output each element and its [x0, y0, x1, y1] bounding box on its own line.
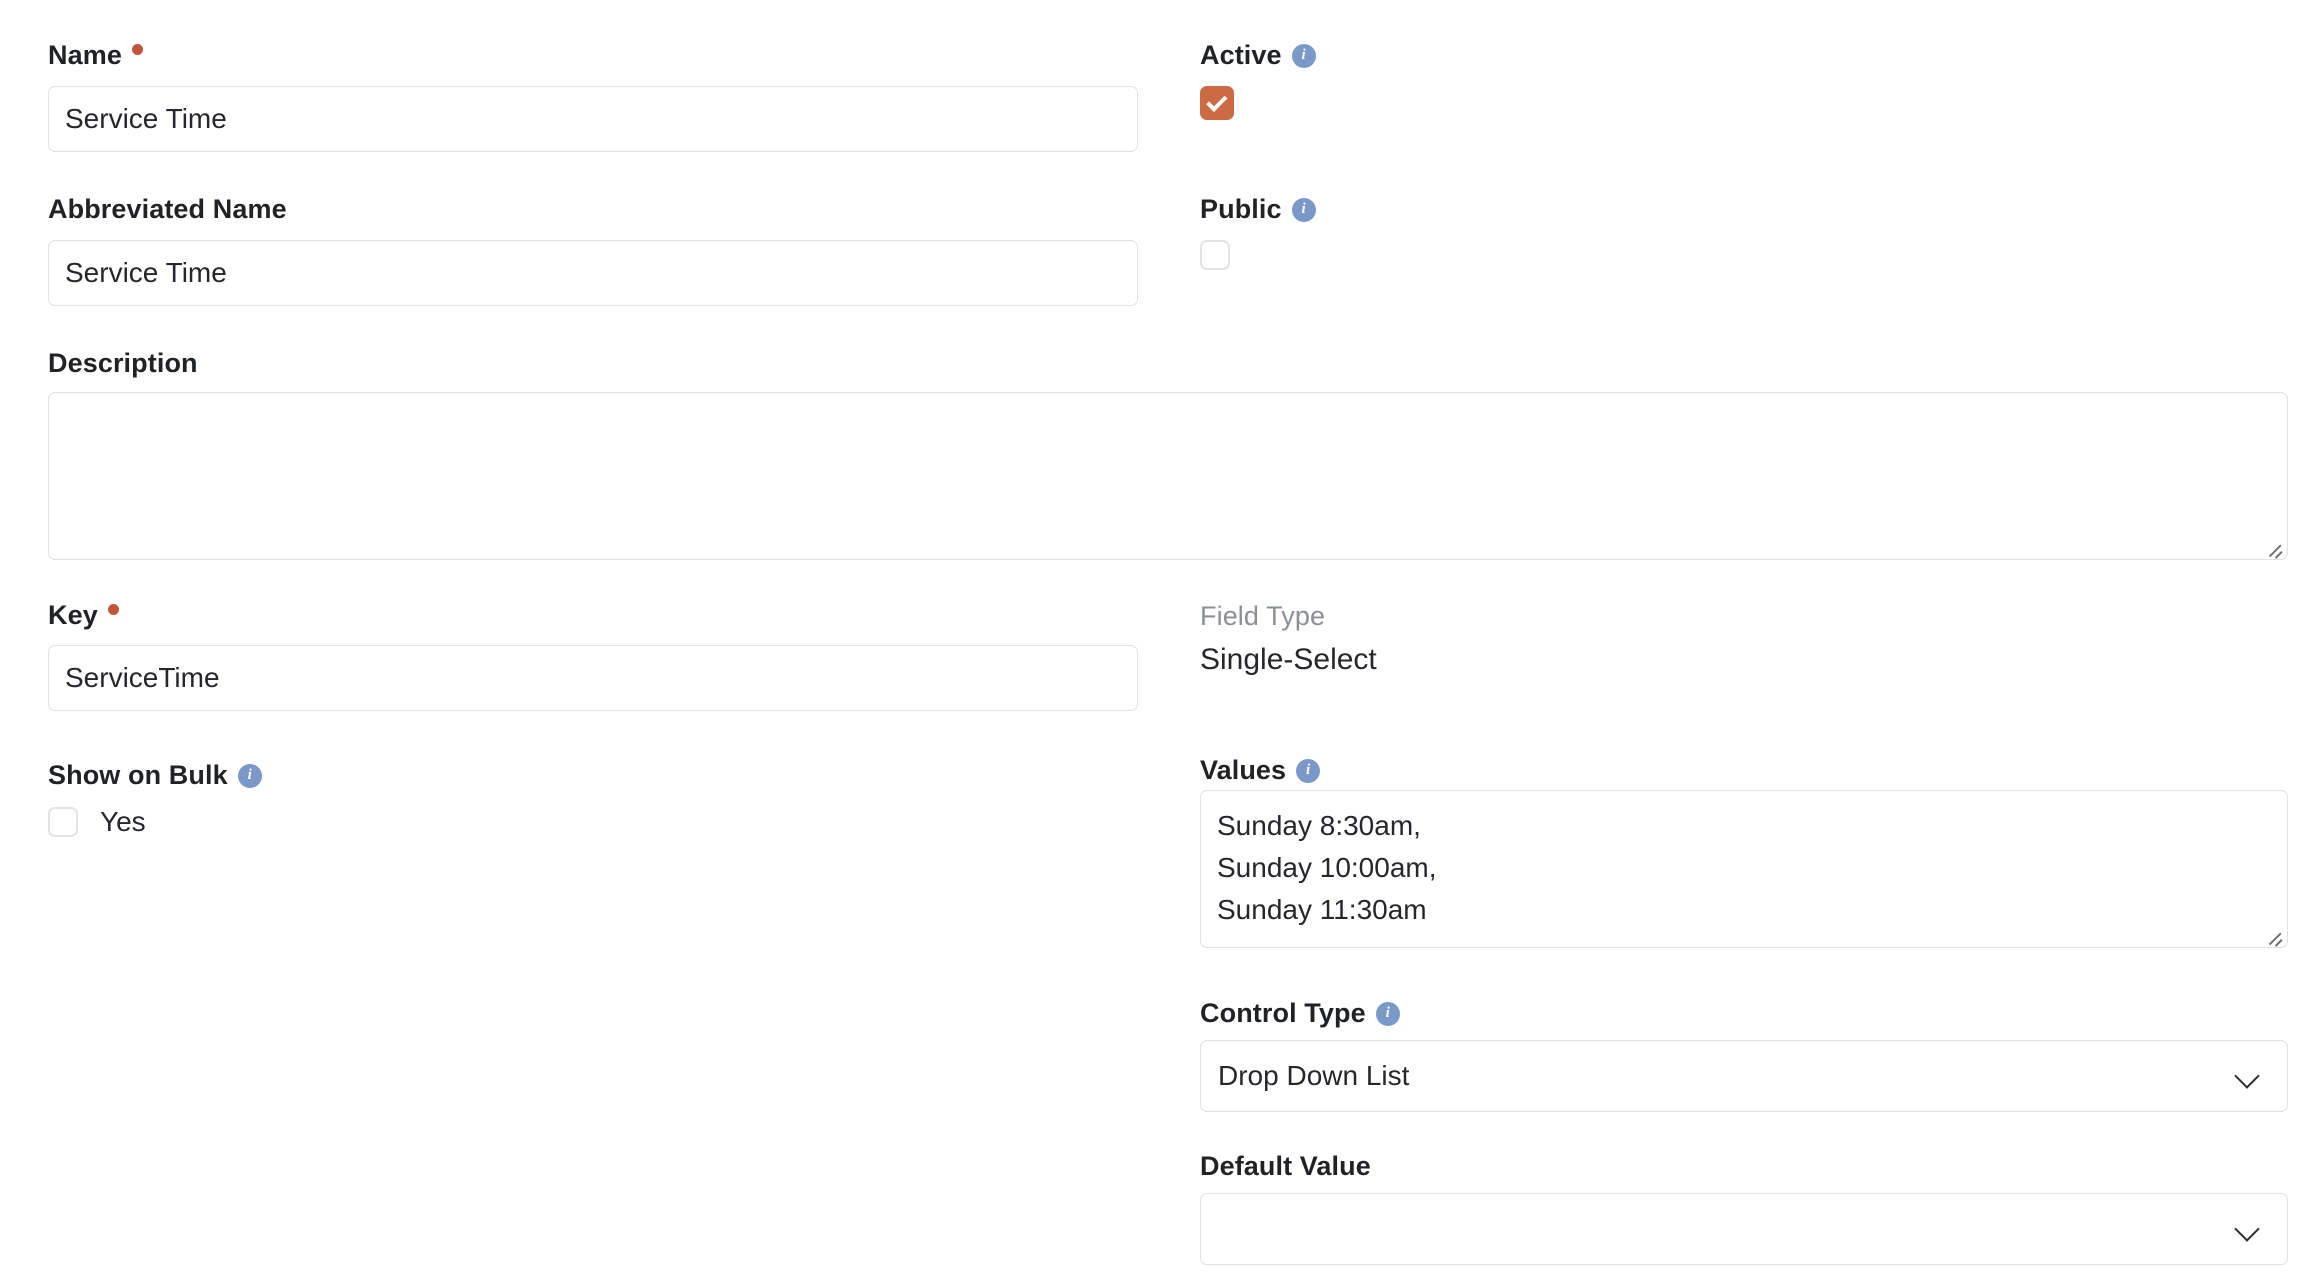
- public-checkbox-wrapper: [1200, 240, 1230, 275]
- info-icon[interactable]: i: [1296, 758, 1321, 783]
- control-type-select-wrapper: Drop Down List: [1200, 1040, 2288, 1112]
- public-checkbox[interactable]: [1200, 240, 1230, 270]
- field-definition-form: Name Abbreviated Name Description Key Sh…: [0, 0, 2320, 1278]
- key-label: Key: [48, 602, 119, 629]
- control-type-label: Control Type i: [1200, 1000, 1400, 1027]
- active-checkbox-wrapper: [1200, 86, 1234, 120]
- show-on-bulk-checkbox[interactable]: [48, 807, 78, 837]
- info-icon[interactable]: i: [1291, 197, 1316, 222]
- active-label: Active i: [1200, 42, 1316, 69]
- info-icon[interactable]: i: [1291, 43, 1316, 68]
- description-label: Description: [48, 350, 198, 377]
- required-dot-icon: [107, 604, 119, 615]
- info-icon[interactable]: i: [1375, 1001, 1400, 1026]
- abbreviated-name-input[interactable]: [48, 240, 1138, 306]
- name-label: Name: [48, 42, 143, 69]
- default-value-select[interactable]: [1200, 1193, 2288, 1265]
- field-type-label-text: Field Type: [1200, 601, 1326, 631]
- key-input[interactable]: [48, 645, 1138, 711]
- control-type-selected-value: Drop Down List: [1218, 1060, 1410, 1091]
- abbreviated-name-label: Abbreviated Name: [48, 196, 287, 223]
- public-label: Public i: [1200, 196, 1316, 223]
- description-textarea-box: [48, 392, 2288, 560]
- show-on-bulk-checkbox-row[interactable]: Yes: [48, 806, 146, 838]
- chevron-down-icon[interactable]: [2235, 1216, 2261, 1242]
- default-value-select-wrapper: [1200, 1193, 2288, 1265]
- checkmark-icon: [1205, 90, 1227, 112]
- public-label-text: Public: [1200, 194, 1282, 224]
- chevron-down-icon[interactable]: [2235, 1063, 2261, 1089]
- show-on-bulk-label-text: Show on Bulk: [48, 760, 228, 790]
- values-label-text: Values: [1200, 755, 1287, 785]
- name-input-wrapper: [48, 86, 1138, 152]
- values-label: Values i: [1200, 755, 1321, 785]
- description-label-text: Description: [48, 348, 198, 378]
- field-type-label: Field Type: [1200, 603, 1325, 630]
- values-textarea-box: Sunday 8:30am, Sunday 10:00am, Sunday 11…: [1200, 790, 2288, 948]
- description-textarea-wrapper: [48, 392, 2288, 560]
- control-type-label-text: Control Type: [1200, 998, 1366, 1028]
- abbreviated-name-label-text: Abbreviated Name: [48, 194, 287, 224]
- description-textarea[interactable]: [49, 393, 2287, 559]
- show-on-bulk-checkbox-label: Yes: [100, 806, 146, 837]
- key-input-wrapper: [48, 645, 1138, 711]
- field-type-value: Single-Select: [1200, 643, 1377, 676]
- default-value-label: Default Value: [1200, 1153, 1371, 1180]
- values-textarea-wrapper: Sunday 8:30am, Sunday 10:00am, Sunday 11…: [1200, 790, 2288, 948]
- control-type-select[interactable]: Drop Down List: [1200, 1040, 2288, 1112]
- values-textarea[interactable]: Sunday 8:30am, Sunday 10:00am, Sunday 11…: [1201, 791, 2287, 947]
- abbreviated-name-input-wrapper: [48, 240, 1138, 306]
- key-label-text: Key: [48, 600, 98, 630]
- default-value-label-text: Default Value: [1200, 1151, 1371, 1181]
- info-icon[interactable]: i: [237, 763, 262, 788]
- show-on-bulk-label: Show on Bulk i: [48, 762, 262, 789]
- active-checkbox[interactable]: [1200, 86, 1234, 120]
- name-label-text: Name: [48, 40, 122, 70]
- active-label-text: Active: [1200, 40, 1282, 70]
- name-input[interactable]: [48, 86, 1138, 152]
- required-dot-icon: [131, 44, 143, 55]
